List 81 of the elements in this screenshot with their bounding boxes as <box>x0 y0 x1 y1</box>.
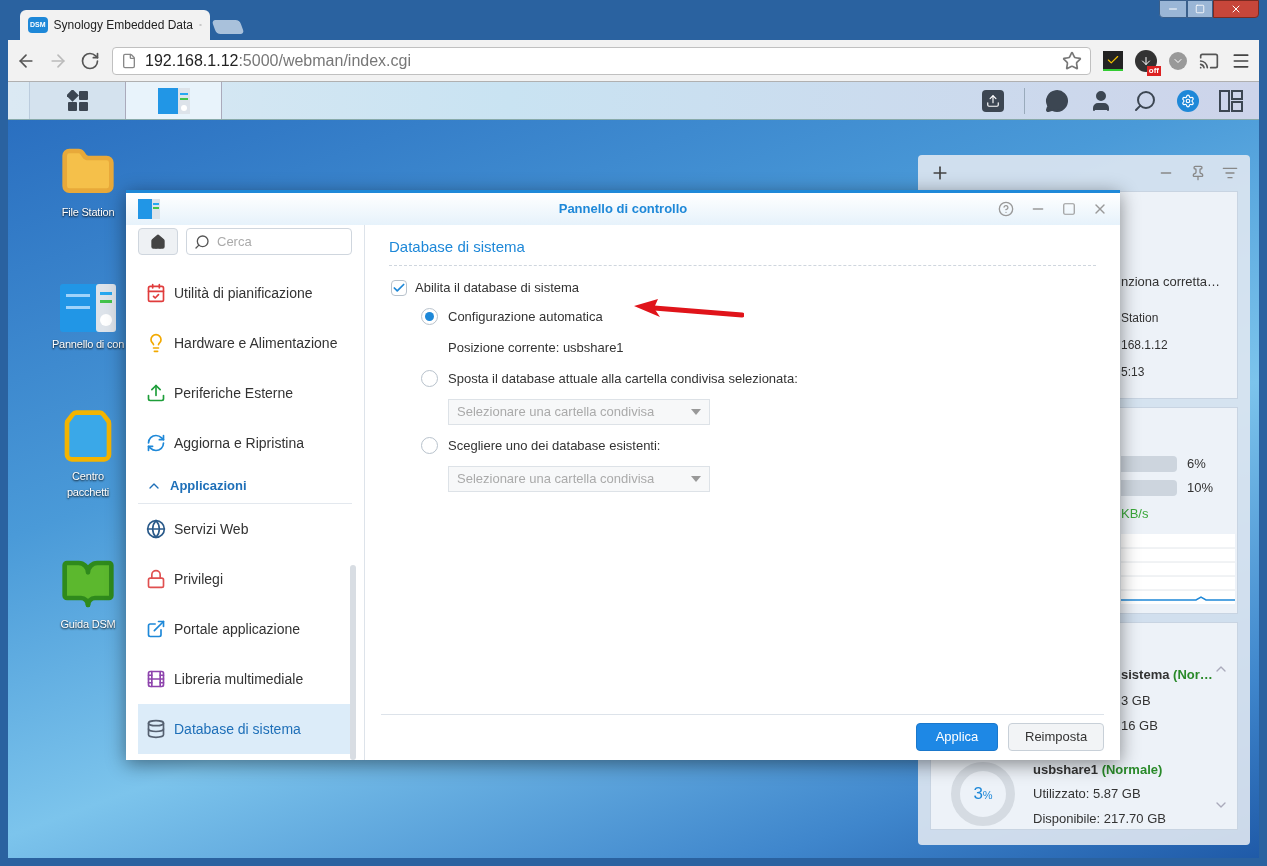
url-text: 192.168.1.12:5000/webman/index.cgi <box>145 50 411 71</box>
reset-button[interactable]: Reimposta <box>1008 722 1104 751</box>
usage-percent: 10% <box>1187 479 1214 498</box>
section-title: Applicazioni <box>170 476 247 495</box>
upload-icon[interactable] <box>982 89 1004 112</box>
upload-icon <box>146 383 166 403</box>
caret-icon <box>691 476 701 482</box>
usage-percent: 6% <box>1187 455 1206 474</box>
link-icon <box>146 619 166 639</box>
list-icon[interactable] <box>1222 165 1238 181</box>
widget-text: 168.1.12 <box>1121 336 1169 354</box>
globe-icon <box>146 519 166 539</box>
caret-icon <box>691 409 701 415</box>
section-title: Database di sistema <box>389 238 525 255</box>
sidebar-item[interactable]: Database di sistema <box>138 704 352 754</box>
current-location-text: Posizione corrente: usbshare1 <box>448 339 625 357</box>
home-button[interactable] <box>138 228 178 255</box>
widget-text: 5:13 <box>1121 363 1146 381</box>
sidebar-item[interactable]: Utilità di pianificazione <box>138 268 352 318</box>
gear-icon[interactable] <box>1177 89 1199 112</box>
minimize-button[interactable] <box>1159 0 1187 18</box>
desktop-icon-label[interactable]: File Station <box>61 204 115 220</box>
widget-text: nziona corretta… <box>1121 273 1221 291</box>
radio-label: Scegliere uno dei database esistenti: <box>448 436 661 455</box>
usage-bar-track <box>1121 480 1177 496</box>
window-title: Pannello di controllo <box>558 200 688 219</box>
sidebar-item[interactable]: Hardware e Alimentazione <box>138 318 352 368</box>
sidebar-item[interactable]: Libreria multimediale <box>138 654 352 704</box>
network-speed: KB/s <box>1121 505 1150 523</box>
volume-detail: Disponibile: 217.70 GB <box>1033 809 1166 828</box>
calendar-icon <box>146 283 166 303</box>
usage-percent: 3% <box>973 783 993 805</box>
search-icon <box>194 234 210 250</box>
volume-detail: 3 GB <box>1121 691 1151 710</box>
close-button[interactable] <box>1213 0 1259 18</box>
bookmark-star-icon[interactable] <box>1062 50 1082 71</box>
volume-detail: Utilizzato: 5.87 GB <box>1033 785 1141 803</box>
sidebar-item[interactable]: Aggiorna e Ripristina <box>138 418 352 468</box>
sidebar-item[interactable]: Periferiche Esterne <box>138 368 352 418</box>
volume-title: sistema (Nor… <box>1121 666 1213 684</box>
search-icon[interactable] <box>1133 88 1157 113</box>
grid-icon <box>66 89 89 112</box>
home-icon <box>150 233 166 250</box>
reload-icon[interactable] <box>80 50 100 71</box>
refresh-icon <box>146 433 166 453</box>
control-panel-icon <box>60 284 116 332</box>
film-icon <box>146 669 166 689</box>
check-extension-icon[interactable] <box>1103 50 1123 71</box>
maximize-icon[interactable] <box>1062 202 1076 216</box>
lock-icon <box>146 569 166 589</box>
main-menu-button[interactable] <box>30 82 126 119</box>
volume-detail: 16 GB <box>1121 717 1158 735</box>
checkbox[interactable] <box>391 280 407 296</box>
address-field[interactable]: 192.168.1.12:5000/webman/index.cgi <box>112 46 1091 75</box>
control-panel-icon <box>157 87 190 114</box>
tab-title: Synology Embedded Data <box>53 17 193 34</box>
close-icon <box>1230 3 1242 15</box>
checkbox-label: Abilita il database di sistema <box>415 279 580 298</box>
volume-title: usbshare1 (Normale) <box>1033 760 1163 779</box>
page-icon <box>121 52 137 69</box>
section-header[interactable]: Applicazioni <box>138 468 352 504</box>
sidebar-item[interactable]: Servizi Web <box>138 504 352 554</box>
desktop-icon-label[interactable]: Pannello di con <box>51 336 125 352</box>
apply-button[interactable]: Applica <box>916 722 998 751</box>
pin-icon[interactable] <box>1190 165 1206 181</box>
radio-label: Sposta il database attuale alla cartella condivisa selezionata: <box>448 369 798 388</box>
chat-icon[interactable] <box>1045 88 1069 113</box>
database-icon <box>146 719 166 739</box>
radio-label: Configurazione automatica <box>448 307 603 326</box>
sidebar-item[interactable]: Privilegi <box>138 554 352 604</box>
widget-text: Station <box>1121 309 1160 327</box>
widgets-icon[interactable] <box>1219 89 1243 112</box>
maximize-icon <box>1195 4 1205 14</box>
control-panel-icon <box>138 199 160 219</box>
usage-bar-track <box>1121 456 1177 472</box>
new-tab-button[interactable] <box>211 20 245 34</box>
sidebar-item[interactable]: Portale applicazione <box>138 604 352 654</box>
maximize-button[interactable] <box>1187 0 1213 18</box>
help-icon[interactable] <box>998 201 1014 217</box>
search-field[interactable]: Cerca <box>186 228 352 255</box>
chevron-extension-icon[interactable] <box>1169 51 1187 70</box>
